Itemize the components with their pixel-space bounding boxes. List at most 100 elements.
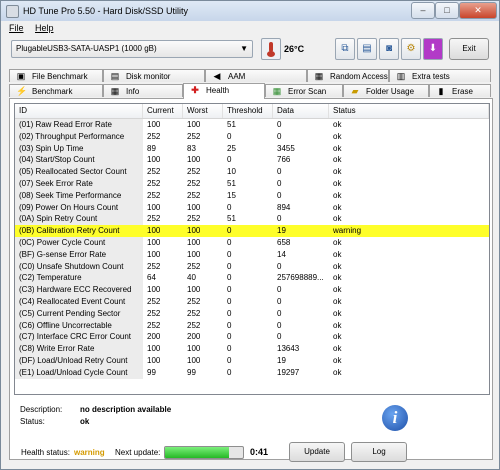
download-icon[interactable]: ⬇ xyxy=(423,38,443,60)
table-cell-id: (C7) Interface CRC Error Count xyxy=(15,331,143,344)
table-row[interactable]: (03) Spin Up Time 89 83 25 3455 ok xyxy=(15,142,489,155)
close-button[interactable]: ✕ xyxy=(459,2,497,19)
table-cell-status: ok xyxy=(333,261,342,271)
table-row[interactable]: (E1) Load/Unload Cycle Count 99 99 0 19297 ok xyxy=(15,366,489,379)
tab-random-access[interactable]: ▦ Random Access xyxy=(307,69,389,82)
table-row[interactable]: (C7) Interface CRC Error Count 200 200 0 0 ok xyxy=(15,331,489,344)
table-row[interactable]: (C3) Hardware ECC Recovered 100 100 0 0 ok xyxy=(15,284,489,296)
log-button[interactable]: Log xyxy=(351,442,407,462)
table-row[interactable]: (BF) G-sense Error Rate 100 100 0 14 ok xyxy=(15,248,489,261)
tab-erase[interactable]: ▮ Erase xyxy=(429,84,491,97)
table-cell-threshold: 0 xyxy=(227,297,232,306)
table-cell-worst: 252 xyxy=(187,179,201,188)
options-icon[interactable]: ⚙ xyxy=(401,38,421,60)
tab-health[interactable]: ✚ Health xyxy=(183,83,265,99)
table-cell-data: 658 xyxy=(277,238,291,247)
table-cell-worst: 200 xyxy=(187,332,201,342)
column-header-threshold[interactable]: Threshold xyxy=(223,104,273,118)
status-footer: Health status: warning Next update: 0:41… xyxy=(1,438,499,469)
table-cell-status: ok xyxy=(333,320,342,330)
table-cell-data: 766 xyxy=(277,155,291,165)
table-cell-data: 0 xyxy=(277,261,282,271)
tab-aam[interactable]: ◀ AAM xyxy=(205,69,307,82)
table-header: ID Current Worst Threshold Data Status xyxy=(15,104,489,119)
health-status-label: Health status: xyxy=(21,448,70,457)
error-scan-icon: ▦ xyxy=(272,86,282,96)
thermometer-icon xyxy=(261,38,281,60)
table-cell-status: ok xyxy=(333,190,342,200)
table-cell-threshold: 0 xyxy=(227,238,232,247)
copy-icon[interactable]: ⧉ xyxy=(335,38,355,60)
column-header-data[interactable]: Data xyxy=(273,104,329,118)
table-row[interactable]: (C4) Reallocated Event Count 252 252 0 0 ok xyxy=(15,296,489,308)
table-cell-current: 252 xyxy=(147,320,161,330)
table-cell-status: warning xyxy=(333,226,362,236)
table-row[interactable]: (01) Raw Read Error Rate 100 100 51 0 ok xyxy=(15,119,489,131)
table-cell-data: 14 xyxy=(277,249,286,259)
description-value: no description available xyxy=(80,405,172,414)
table-cell-id: (C2) Temperature xyxy=(15,272,143,285)
table-cell-data: 0 xyxy=(277,167,282,177)
screenshot-icon[interactable]: ◙ xyxy=(379,38,399,60)
tab-folder-usage[interactable]: ▰ Folder Usage xyxy=(343,84,429,97)
table-cell-data: 19 xyxy=(277,356,286,365)
table-row[interactable]: (02) Throughput Performance 252 252 0 0 ok xyxy=(15,130,489,143)
title-bar: HD Tune Pro 5.50 - Hard Disk/SSD Utility… xyxy=(1,1,499,21)
smart-table[interactable]: ID Current Worst Threshold Data Status (… xyxy=(14,103,490,395)
exit-button[interactable]: Exit xyxy=(449,38,489,60)
health-status-value: warning xyxy=(74,448,105,457)
table-cell-id: (0C) Power Cycle Count xyxy=(15,237,143,249)
table-row[interactable]: (07) Seek Error Rate 252 252 51 0 ok xyxy=(15,178,489,190)
table-row[interactable]: (09) Power On Hours Count 100 100 0 894 ok xyxy=(15,201,489,214)
table-cell-status: ok xyxy=(333,344,342,354)
next-update-time: 0:41 xyxy=(250,447,269,457)
table-row[interactable]: (05) Reallocated Sector Count 252 252 10 0 ok xyxy=(15,166,489,178)
table-row[interactable]: (0C) Power Cycle Count 100 100 0 658 ok xyxy=(15,237,489,249)
table-cell-id: (0B) Calibration Retry Count xyxy=(15,225,143,237)
table-cell-data: 19 xyxy=(277,226,286,236)
table-row[interactable]: (C2) Temperature 64 40 0 257698889... ok xyxy=(15,272,489,285)
tab-error-scan[interactable]: ▦ Error Scan xyxy=(265,84,343,97)
menu-file[interactable]: File xyxy=(9,23,24,33)
table-cell-current: 100 xyxy=(147,226,161,236)
column-header-status[interactable]: Status xyxy=(329,104,489,118)
table-cell-data: 19297 xyxy=(277,367,300,377)
column-header-id[interactable]: ID xyxy=(15,104,143,118)
tab-info[interactable]: ▦ Info xyxy=(103,84,183,97)
tab-benchmark[interactable]: ⚡ Benchmark xyxy=(9,84,103,97)
table-cell-status: ok xyxy=(333,167,342,177)
speaker-icon: ◀ xyxy=(213,71,221,81)
table-row[interactable]: (0B) Calibration Retry Count 100 100 0 19 war… xyxy=(15,225,489,237)
table-row[interactable]: (C6) Offline Uncorrectable 252 252 0 0 ok xyxy=(15,319,489,332)
table-row[interactable]: (0A) Spin Retry Count 252 252 51 0 ok xyxy=(15,213,489,226)
table-row[interactable]: (08) Seek Time Performance 252 252 15 0 ok xyxy=(15,189,489,202)
table-cell-threshold: 0 xyxy=(227,155,232,165)
drive-select[interactable]: PlugableUSB3-SATA-UASP1 (1000 gB) ▼ xyxy=(11,40,253,58)
tab-disk-monitor[interactable]: ▤ Disk monitor xyxy=(103,69,205,82)
health-panel: ID Current Worst Threshold Data Status (… xyxy=(9,98,493,460)
table-cell-threshold: 0 xyxy=(227,285,232,295)
menu-help[interactable]: Help xyxy=(35,23,54,33)
tab-extra-tests[interactable]: ▥ Extra tests xyxy=(389,69,491,82)
table-row[interactable]: (04) Start/Stop Count 100 100 0 766 ok xyxy=(15,154,489,167)
table-row[interactable]: (C5) Current Pending Sector 252 252 0 0 ok xyxy=(15,307,489,320)
table-cell-current: 252 xyxy=(147,167,161,177)
table-cell-current: 200 xyxy=(147,332,161,342)
tab-file-benchmark[interactable]: ▣ File Benchmark xyxy=(9,69,103,82)
table-cell-current: 100 xyxy=(147,238,161,247)
table-cell-worst: 252 xyxy=(187,308,201,318)
column-header-worst[interactable]: Worst xyxy=(183,104,223,118)
table-row[interactable]: (C0) Unsafe Shutdown Count 252 252 0 0 ok xyxy=(15,260,489,273)
table-cell-status: ok xyxy=(333,297,342,306)
minimize-button[interactable]: – xyxy=(411,2,435,19)
save-icon[interactable]: ▤ xyxy=(357,38,377,60)
update-button[interactable]: Update xyxy=(289,442,345,462)
tab-strip: ▣ File Benchmark ▤ Disk monitor ◀ AAM ▦ Rand… xyxy=(9,69,491,99)
window-title: HD Tune Pro 5.50 - Hard Disk/SSD Utility xyxy=(23,6,189,16)
table-row[interactable]: (C8) Write Error Rate 100 100 0 13643 ok xyxy=(15,343,489,355)
column-header-current[interactable]: Current xyxy=(143,104,183,118)
table-cell-worst: 100 xyxy=(187,120,201,129)
table-cell-threshold: 0 xyxy=(227,332,232,342)
maximize-button[interactable]: □ xyxy=(435,2,459,19)
table-row[interactable]: (DF) Load/Unload Retry Count 100 100 0 19 ok xyxy=(15,355,489,367)
